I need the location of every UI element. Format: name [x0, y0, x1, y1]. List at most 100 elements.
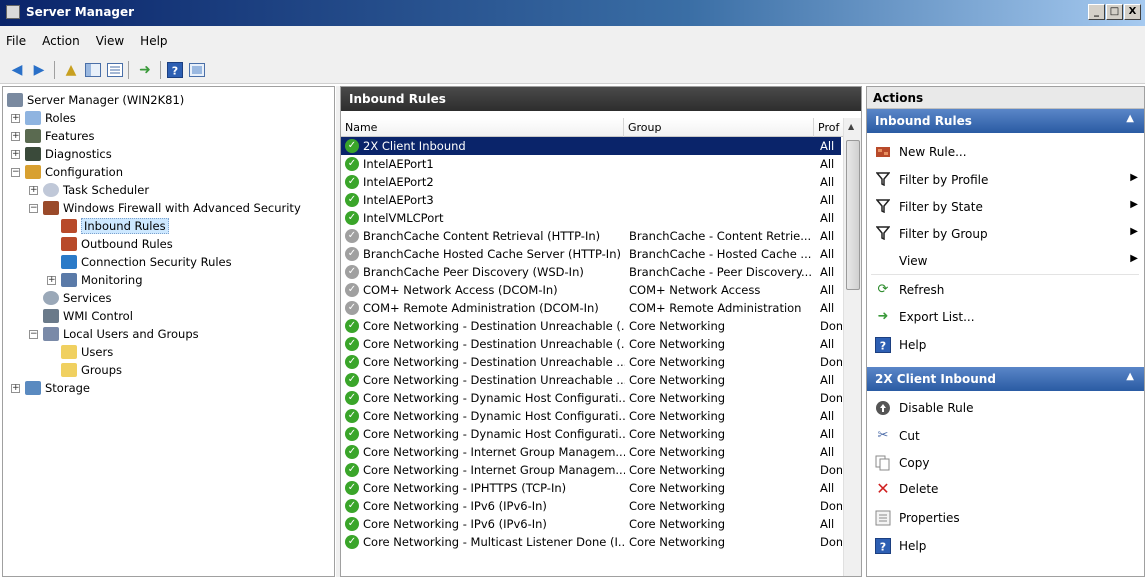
rule-name: Core Networking - Dynamic Host Configura…	[363, 427, 625, 441]
expand-monitoring-icon[interactable]: +	[47, 276, 56, 285]
action-disable-rule[interactable]: Disable Rule	[867, 395, 1144, 421]
table-row[interactable]: ✓ BranchCache Hosted Cache Server (HTTP-I…	[341, 245, 841, 263]
tree-configuration[interactable]: Configuration	[25, 163, 123, 181]
console-view-icon[interactable]	[188, 61, 206, 79]
up-folder-icon[interactable]: ▲	[62, 61, 80, 79]
export-toolbar-icon[interactable]: ➜	[136, 61, 154, 79]
tree-roles[interactable]: Roles	[25, 109, 76, 127]
table-row[interactable]: ✓ Core Networking - IPHTTPS (TCP-In) Core …	[341, 479, 841, 497]
table-row[interactable]: ✓ Core Networking - Destination Unreachab…	[341, 317, 842, 335]
action-help-inbound[interactable]: ? Help	[867, 332, 1144, 358]
table-row[interactable]: ✓ IntelAEPort2 All	[341, 173, 841, 191]
tree-connection-security-rules[interactable]: Connection Security Rules	[61, 253, 232, 271]
actions-section-inbound-rules[interactable]: Inbound Rules ▲	[867, 109, 1144, 133]
table-row[interactable]: ✓ Core Networking - Internet Group Manage…	[341, 461, 842, 479]
expand-roles-icon[interactable]: +	[11, 114, 20, 123]
minimize-button[interactable]: _	[1088, 4, 1105, 20]
action-view[interactable]: View ▶	[867, 248, 1144, 274]
action-filter-by-profile[interactable]: Filter by Profile ▶	[867, 167, 1144, 193]
tree-outbound-rules[interactable]: Outbound Rules	[61, 235, 173, 253]
table-row[interactable]: ✓ COM+ Network Access (DCOM-In) COM+ Netwo…	[341, 281, 841, 299]
collapse-caret-icon[interactable]: ▲	[1126, 371, 1134, 382]
table-row[interactable]: ✓ BranchCache Content Retrieval (HTTP-In)…	[341, 227, 841, 245]
vertical-scrollbar[interactable]: ▲	[843, 118, 861, 576]
rule-profile: All	[820, 139, 835, 153]
rule-disabled-icon: ✓	[345, 247, 359, 261]
actions-section-2x-client-inbound[interactable]: 2X Client Inbound ▲	[867, 367, 1144, 391]
table-row[interactable]: ✓ Core Networking - Dynamic Host Configur…	[341, 407, 841, 425]
forward-icon[interactable]: ▶	[30, 61, 48, 79]
expand-task-scheduler-icon[interactable]: +	[29, 186, 38, 195]
action-cut[interactable]: ✂ Cut	[867, 423, 1144, 449]
table-row[interactable]: ✓ Core Networking - Destination Unreachab…	[341, 353, 842, 371]
rule-name: BranchCache Peer Discovery (WSD-In)	[363, 265, 584, 279]
tree-users[interactable]: Users	[61, 343, 113, 361]
expand-features-icon[interactable]: +	[11, 132, 20, 141]
expand-diagnostics-icon[interactable]: +	[11, 150, 20, 159]
tree-features[interactable]: Features	[25, 127, 94, 145]
action-new-rule[interactable]: New Rule...	[867, 139, 1144, 165]
rule-disabled-icon: ✓	[345, 283, 359, 297]
menu-help[interactable]: Help	[140, 34, 167, 48]
action-help-rule[interactable]: ? Help	[867, 533, 1144, 559]
copy-icon	[875, 455, 891, 471]
tree-local-users-and-groups[interactable]: Local Users and Groups	[43, 325, 199, 343]
collapse-configuration-icon[interactable]: −	[11, 168, 20, 177]
rule-name: Core Networking - Dynamic Host Configura…	[363, 391, 625, 405]
maximize-button[interactable]: □	[1106, 4, 1123, 20]
menu-file[interactable]: File	[6, 34, 26, 48]
table-row[interactable]: ✓ Core Networking - Internet Group Manage…	[341, 443, 841, 461]
rule-profile: Dom	[820, 319, 842, 333]
table-row[interactable]: ✓ Core Networking - Destination Unreachab…	[341, 371, 841, 389]
rule-profile: Dom	[820, 463, 842, 477]
scrollbar-thumb[interactable]	[846, 140, 860, 290]
action-properties[interactable]: Properties	[867, 505, 1144, 531]
tree-server-manager[interactable]: Server Manager (WIN2K81)	[7, 91, 184, 109]
table-row[interactable]: ✓ Core Networking - Multicast Listener Do…	[341, 533, 842, 551]
help-toolbar-icon[interactable]: ?	[166, 61, 184, 79]
tree-monitoring[interactable]: Monitoring	[61, 271, 143, 289]
table-row[interactable]: ✓ Core Networking - Dynamic Host Configur…	[341, 389, 842, 407]
properties-toolbar-icon[interactable]	[106, 61, 124, 79]
action-refresh[interactable]: ⟳ Refresh	[867, 277, 1144, 303]
table-row[interactable]: ✓ IntelAEPort1 All	[341, 155, 841, 173]
table-row[interactable]: ✓ 2X Client Inbound All	[341, 137, 841, 155]
column-header-profile[interactable]: Prof ▲	[814, 118, 843, 146]
menu-view[interactable]: View	[96, 34, 124, 48]
column-header-name[interactable]: Name	[341, 118, 624, 137]
table-row[interactable]: ✓ IntelAEPort3 All	[341, 191, 841, 209]
tree-storage[interactable]: Storage	[25, 379, 90, 397]
tree-diagnostics[interactable]: Diagnostics	[25, 145, 112, 163]
action-filter-by-state[interactable]: Filter by State ▶	[867, 194, 1144, 220]
menu-action[interactable]: Action	[42, 34, 80, 48]
action-export-list[interactable]: ➜ Export List...	[867, 304, 1144, 330]
back-icon[interactable]: ◀	[8, 61, 26, 79]
action-filter-by-group[interactable]: Filter by Group ▶	[867, 221, 1144, 247]
table-row[interactable]: ✓ BranchCache Peer Discovery (WSD-In) Bran…	[341, 263, 841, 281]
table-row[interactable]: ✓ COM+ Remote Administration (DCOM-In) COM…	[341, 299, 841, 317]
action-copy[interactable]: Copy	[867, 450, 1144, 476]
tree-groups[interactable]: Groups	[61, 361, 122, 379]
action-label: Disable Rule	[899, 401, 974, 415]
action-delete[interactable]: ✕ Delete	[867, 476, 1144, 502]
table-row[interactable]: ✓ Core Networking - Destination Unreachab…	[341, 335, 841, 353]
tree-task-scheduler[interactable]: Task Scheduler	[43, 181, 149, 199]
table-row[interactable]: ✓ Core Networking - Dynamic Host Configur…	[341, 425, 841, 443]
close-button[interactable]: X	[1124, 4, 1141, 20]
table-row[interactable]: ✓ IntelVMLCPort All	[341, 209, 841, 227]
rule-profile: All	[820, 301, 835, 315]
collapse-caret-icon[interactable]: ▲	[1126, 113, 1134, 124]
filter-icon	[875, 226, 891, 242]
collapse-local-users-icon[interactable]: −	[29, 330, 38, 339]
show-hide-tree-icon[interactable]	[84, 61, 102, 79]
tree-windows-firewall[interactable]: Windows Firewall with Advanced Security	[43, 199, 301, 217]
tree-inbound-rules[interactable]: Inbound Rules	[61, 217, 169, 235]
tree-wmi-control[interactable]: WMI Control	[43, 307, 133, 325]
expand-storage-icon[interactable]: +	[11, 384, 20, 393]
table-row[interactable]: ✓ Core Networking - IPv6 (IPv6-In) Core Ne…	[341, 497, 842, 515]
scroll-up-icon[interactable]: ▲	[848, 122, 854, 131]
column-header-group[interactable]: Group	[624, 118, 814, 137]
tree-services[interactable]: Services	[43, 289, 112, 307]
collapse-firewall-icon[interactable]: −	[29, 204, 38, 213]
table-row[interactable]: ✓ Core Networking - IPv6 (IPv6-In) Core Ne…	[341, 515, 841, 533]
